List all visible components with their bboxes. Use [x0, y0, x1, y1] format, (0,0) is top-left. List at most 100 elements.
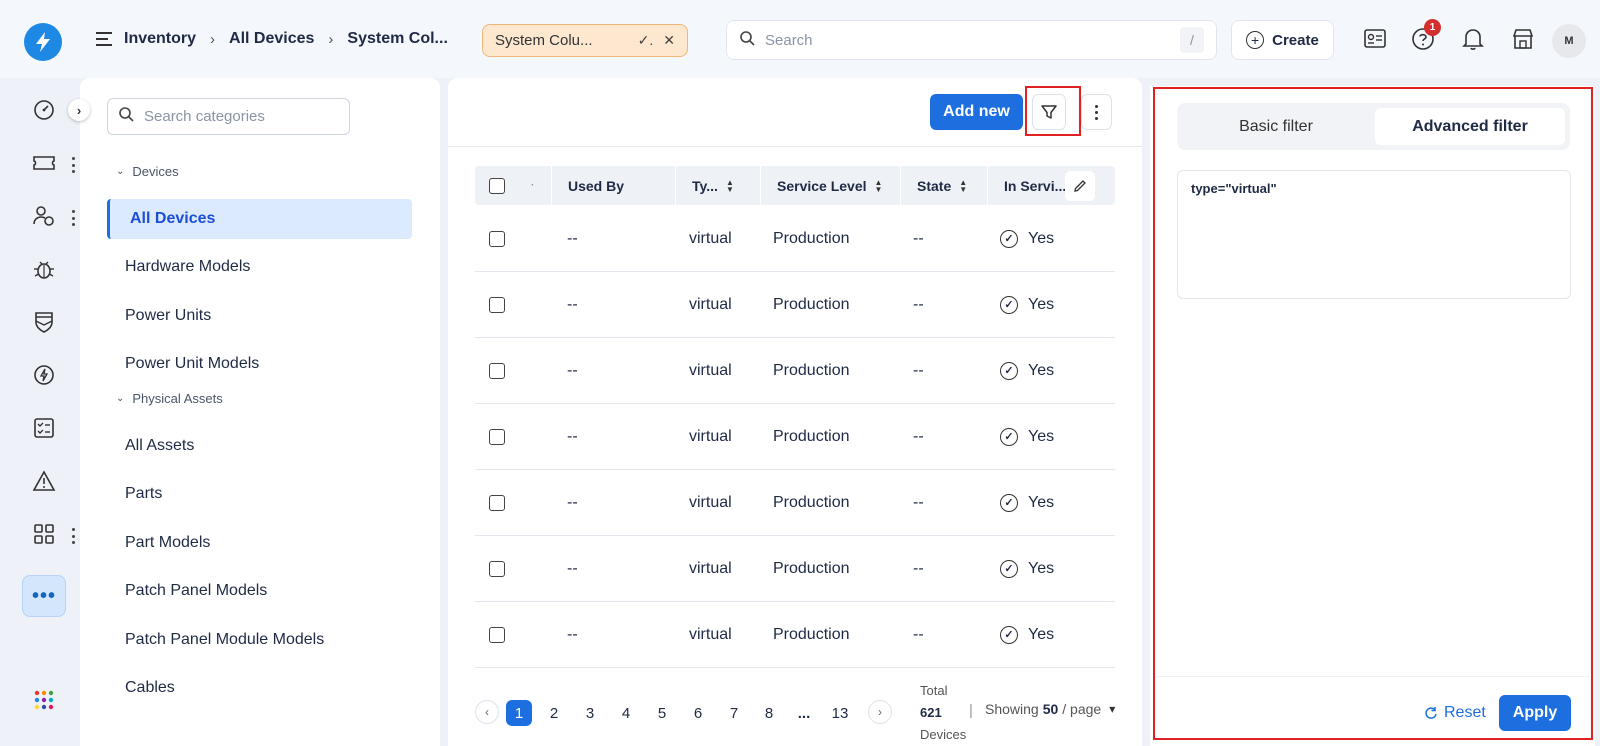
page-3[interactable]: 3	[577, 700, 603, 726]
sort-icon[interactable]: ▲ ▼	[959, 178, 967, 193]
category-group-physical-assets[interactable]: ⌄ Physical Assets	[116, 391, 223, 406]
saved-view-chip[interactable]: System Colu... ✓. ✕	[482, 24, 688, 57]
category-item-parts[interactable]: Parts	[107, 474, 412, 514]
hamburger-menu-icon[interactable]	[96, 32, 114, 46]
category-group-label: Devices	[132, 164, 179, 179]
breadcrumb-inventory[interactable]: Inventory	[124, 30, 196, 48]
row-checkbox[interactable]	[489, 296, 505, 313]
column-header-in-service[interactable]: In Servi...	[987, 166, 1115, 205]
check-loading-icon: ✓.	[637, 32, 654, 48]
category-search-input[interactable]: Search categories	[107, 98, 350, 135]
next-page-icon[interactable]: ›	[868, 700, 892, 724]
page-5[interactable]: 5	[649, 700, 675, 726]
category-item-power-unit-models[interactable]: Power Unit Models	[107, 344, 412, 384]
category-item-all-devices[interactable]: All Devices	[107, 199, 412, 239]
cell-used-by: --	[567, 295, 578, 313]
breadcrumb-system-columns[interactable]: System Col...	[347, 30, 447, 48]
more-menu-button[interactable]: •••	[22, 575, 66, 617]
page-ellipsis[interactable]: ...	[791, 700, 817, 726]
bug-icon[interactable]	[31, 256, 57, 282]
row-select-cell	[489, 337, 505, 404]
table-row[interactable]: -- virtual Production -- ✓ Yes	[475, 337, 1115, 404]
users-settings-icon[interactable]	[31, 203, 57, 229]
notification-count-badge: 1	[1424, 19, 1441, 36]
page-size-select[interactable]: Showing 50 / page ▾	[985, 701, 1115, 717]
column-header-type[interactable]: Ty... ▲ ▼	[675, 166, 760, 205]
category-item-all-assets[interactable]: All Assets	[107, 426, 412, 466]
more-actions-kebab-icon[interactable]	[1081, 94, 1112, 130]
cell-state: --	[913, 559, 924, 577]
create-button[interactable]: + Create	[1231, 20, 1334, 60]
dashboard-gauge-icon[interactable]	[31, 97, 57, 123]
app-logo-icon[interactable]	[24, 23, 62, 61]
filter-button-highlight	[1025, 86, 1081, 136]
page-8[interactable]: 8	[756, 700, 782, 726]
page-13[interactable]: 13	[827, 700, 853, 726]
column-header-service-level[interactable]: Service Level ▲ ▼	[760, 166, 900, 205]
category-item-patch-panel-models[interactable]: Patch Panel Models	[107, 571, 412, 611]
cell-service-level: Production	[773, 295, 850, 313]
cell-in-service: ✓ Yes	[1000, 601, 1054, 668]
cell-type: virtual	[689, 295, 732, 313]
table-row[interactable]: -- virtual Production -- ✓ Yes	[475, 601, 1115, 668]
page-1[interactable]: 1	[506, 700, 532, 726]
category-item-patch-panel-module-models[interactable]: Patch Panel Module Models	[107, 620, 412, 660]
chevron-down-icon: ⌄	[116, 166, 125, 177]
breadcrumb-all-devices[interactable]: All Devices	[229, 30, 314, 48]
table-row[interactable]: -- virtual Production -- ✓ Yes	[475, 403, 1115, 470]
prev-page-icon[interactable]: ‹	[475, 700, 499, 724]
app-launcher-icon[interactable]	[31, 687, 57, 713]
store-icon[interactable]	[1510, 26, 1536, 52]
edit-columns-pencil-icon[interactable]	[1065, 171, 1095, 201]
page-2[interactable]: 2	[541, 700, 567, 726]
page-6[interactable]: 6	[685, 700, 711, 726]
search-icon	[739, 30, 755, 51]
shield-icon[interactable]	[31, 309, 57, 335]
column-resize-handle[interactable]: ·	[531, 180, 534, 191]
row-checkbox[interactable]	[489, 560, 505, 577]
row-checkbox[interactable]	[489, 428, 505, 445]
page-4[interactable]: 4	[613, 700, 639, 726]
row-checkbox[interactable]	[489, 494, 505, 511]
row-checkbox[interactable]	[489, 362, 505, 379]
apps-more-icon[interactable]	[70, 528, 76, 544]
category-item-part-models[interactable]: Part Models	[107, 523, 412, 563]
row-checkbox[interactable]	[489, 626, 505, 643]
sort-icon[interactable]: ▲ ▼	[875, 178, 883, 193]
table-row[interactable]: -- virtual Production -- ✓ Yes	[475, 469, 1115, 536]
category-item-hardware-models[interactable]: Hardware Models	[107, 247, 412, 287]
global-search-input[interactable]: Search /	[726, 20, 1217, 60]
category-group-devices[interactable]: ⌄ Devices	[116, 164, 179, 179]
category-item-cables[interactable]: Cables	[107, 668, 412, 708]
check-circle-icon: ✓	[1000, 229, 1018, 248]
user-avatar[interactable]: M	[1552, 24, 1586, 58]
apps-grid-icon[interactable]	[31, 521, 57, 547]
cell-type: virtual	[689, 559, 732, 577]
plus-icon: +	[1246, 31, 1265, 49]
users-more-icon[interactable]	[70, 210, 76, 226]
table-row[interactable]: -- virtual Production -- ✓ Yes	[475, 535, 1115, 602]
sort-icon[interactable]: ▲ ▼	[726, 178, 734, 193]
close-icon[interactable]: ✕	[663, 32, 675, 49]
search-placeholder: Search	[765, 31, 813, 49]
table-row[interactable]: -- virtual Production -- ✓ Yes	[475, 271, 1115, 338]
column-header-used-by[interactable]: Used By	[551, 166, 675, 205]
check-circle-icon: ✓	[1000, 559, 1018, 578]
ticket-icon[interactable]	[31, 150, 57, 176]
page-7[interactable]: 7	[721, 700, 747, 726]
bell-icon[interactable]	[1460, 26, 1486, 52]
warning-icon[interactable]	[31, 468, 57, 494]
expand-sidebar-icon[interactable]: ›	[68, 99, 90, 121]
checklist-icon[interactable]	[31, 415, 57, 441]
cell-type: virtual	[689, 229, 732, 247]
add-new-button[interactable]: Add new	[930, 94, 1023, 130]
select-all-checkbox[interactable]	[489, 177, 505, 194]
check-circle-icon: ✓	[1000, 427, 1018, 446]
row-checkbox[interactable]	[489, 230, 505, 247]
category-item-power-units[interactable]: Power Units	[107, 296, 412, 336]
column-header-state[interactable]: State ▲ ▼	[900, 166, 987, 205]
lightning-circle-icon[interactable]	[31, 362, 57, 388]
table-row[interactable]: -- virtual Production -- ✓ Yes	[475, 205, 1115, 272]
ticket-more-icon[interactable]	[70, 157, 76, 173]
contact-card-icon[interactable]	[1362, 26, 1388, 52]
